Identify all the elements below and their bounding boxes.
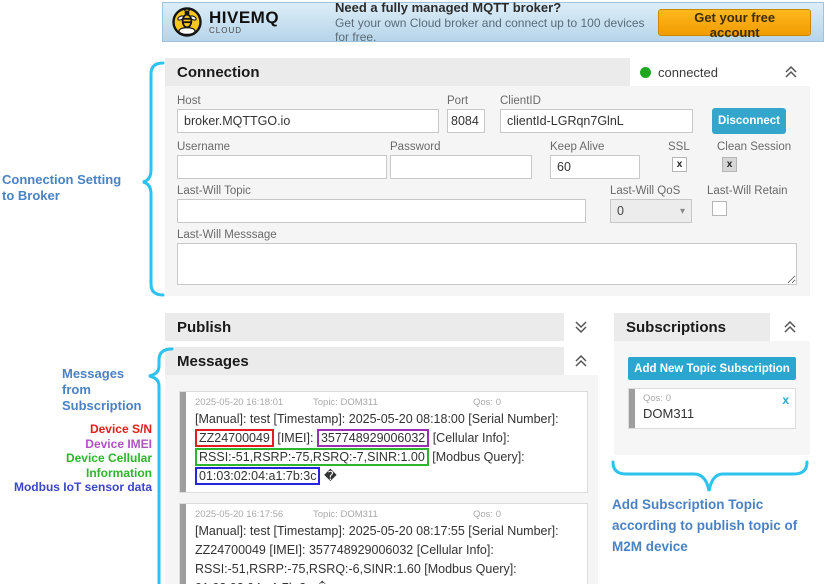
messages-list: 2025-05-20 16:18:01Topic: DOM311Qos: 0[M… [165,375,598,584]
collapse-messages-icon[interactable] [572,353,590,369]
last-will-retain-label: Last-Will Retain [707,185,788,197]
msg-timestamp: 2025-05-20 16:18:01 [195,397,313,408]
keep-alive-label: Keep Alive [550,141,604,153]
ssl-label: SSL [668,141,690,153]
last-will-qos-value: 0 [617,204,624,218]
clean-session-checkbox[interactable]: x [722,157,737,172]
subscription-topic: DOM311 [643,406,787,421]
subscription-qos: Qos: 0 [643,393,787,404]
message-highlight-green: RSSI:-51,RSRP:-75,RSRQ:-7,SINR:1.00 [195,448,429,466]
password-label: Password [390,141,441,153]
connection-panel: Connection connected Host Port ClientID … [165,58,810,296]
msg-qos: Qos: 0 [473,397,501,408]
host-label: Host [177,95,201,107]
messages-note: Messages from Subscription [62,366,141,414]
brand-name: HIVEMQ [209,9,279,26]
brand-subtitle: CLOUD [209,27,279,35]
messages-panel: Messages 2025-05-20 16:18:01Topic: DOM31… [165,347,598,584]
legend-device-sn: Device S/N [0,422,152,437]
expand-publish-icon[interactable] [572,319,590,335]
legend-device-imei: Device IMEI [0,437,152,452]
message-field-legend: Device S/N Device IMEI Device Cellular I… [0,422,152,495]
msg-topic: Topic: DOM311 [313,397,473,408]
legend-modbus-data: Modbus IoT sensor data [0,480,152,495]
message-body: [Manual]: test [Timestamp]: 2025-05-20 0… [195,522,579,584]
subscription-note: Add Subscription Topic according to publ… [612,494,827,557]
msg-timestamp: 2025-05-20 16:17:56 [195,509,313,520]
msg-qos: Qos: 0 [473,509,501,520]
message-highlight-purple: 357748929006032 [317,429,429,447]
collapse-subscriptions-icon[interactable] [781,319,799,335]
clean-session-label: Clean Session [717,141,791,153]
last-will-qos-label: Last-Will QoS [610,185,680,197]
subscriptions-brace [613,462,807,491]
last-will-qos-select[interactable]: 0 ▾ [610,199,692,223]
hivemq-logo: HIVEMQ CLOUD [171,6,317,38]
connection-status: connected [658,65,775,80]
last-will-message-label: Last-Will Messsage [177,229,277,241]
promo-subheadline: Get your own Cloud broker and connect up… [335,16,658,44]
subscriptions-panel: Subscriptions Add New Topic Subscription… [614,313,810,455]
password-input[interactable] [390,155,532,179]
keep-alive-input[interactable] [550,155,640,179]
connected-status-icon [640,67,651,78]
username-input[interactable] [177,155,387,179]
promo-banner: HIVEMQ CLOUD Need a fully managed MQTT b… [162,2,824,42]
connection-note: Connection Setting to Broker [2,172,152,204]
message-card: 2025-05-20 16:18:01Topic: DOM311Qos: 0 [M… [179,391,588,493]
message-text: [Manual]: test [Timestamp]: 2025-05-20 0… [195,524,559,584]
message-body: [Manual]: test [Timestamp]: 2025-05-20 0… [195,410,579,486]
message-text: [Modbus Query]: [429,450,525,464]
port-label: Port [447,95,468,107]
bee-icon [171,6,203,38]
last-will-topic-input[interactable] [177,199,586,223]
connection-title: Connection [165,58,630,86]
message-card: 2025-05-20 16:17:56Topic: DOM311Qos: 0 [M… [179,503,588,584]
ssl-checkbox[interactable]: x [672,157,687,172]
last-will-retain-checkbox[interactable] [712,201,727,216]
chevron-down-icon: ▾ [680,206,685,217]
publish-title: Publish [165,313,564,341]
promo-headline: Need a fully managed MQTT broker? [335,0,658,15]
subscription-item: Qos: 0 DOM311 x [628,388,796,429]
port-input[interactable] [447,109,485,133]
messages-title: Messages [165,347,564,375]
last-will-topic-label: Last-Will Topic [177,185,251,197]
clientid-label: ClientID [500,95,541,107]
subscriptions-title: Subscriptions [614,313,770,341]
message-highlight-red: ZZ24700049 [195,429,274,447]
message-text: [Cellular Info]: [429,431,510,445]
message-text: � [320,469,336,483]
host-input[interactable] [177,109,439,133]
disconnect-button[interactable]: Disconnect [712,108,786,134]
username-label: Username [177,141,230,153]
message-highlight-blue: 01:03:02:04:a1:7b:3c [195,467,320,485]
last-will-message-textarea[interactable] [177,243,797,285]
add-new-topic-subscription-button[interactable]: Add New Topic Subscription [628,357,796,380]
publish-panel: Publish [165,313,598,341]
msg-topic: Topic: DOM311 [313,509,473,520]
get-free-account-button[interactable]: Get your free account [658,9,811,36]
message-text: [Manual]: test [Timestamp]: 2025-05-20 0… [195,412,559,426]
legend-cellular-info: Device Cellular Information [0,451,152,480]
clientid-input[interactable] [500,109,693,133]
collapse-connection-icon[interactable] [782,64,800,80]
remove-subscription-button[interactable]: x [782,393,789,407]
message-text: [IMEI]: [274,431,317,445]
